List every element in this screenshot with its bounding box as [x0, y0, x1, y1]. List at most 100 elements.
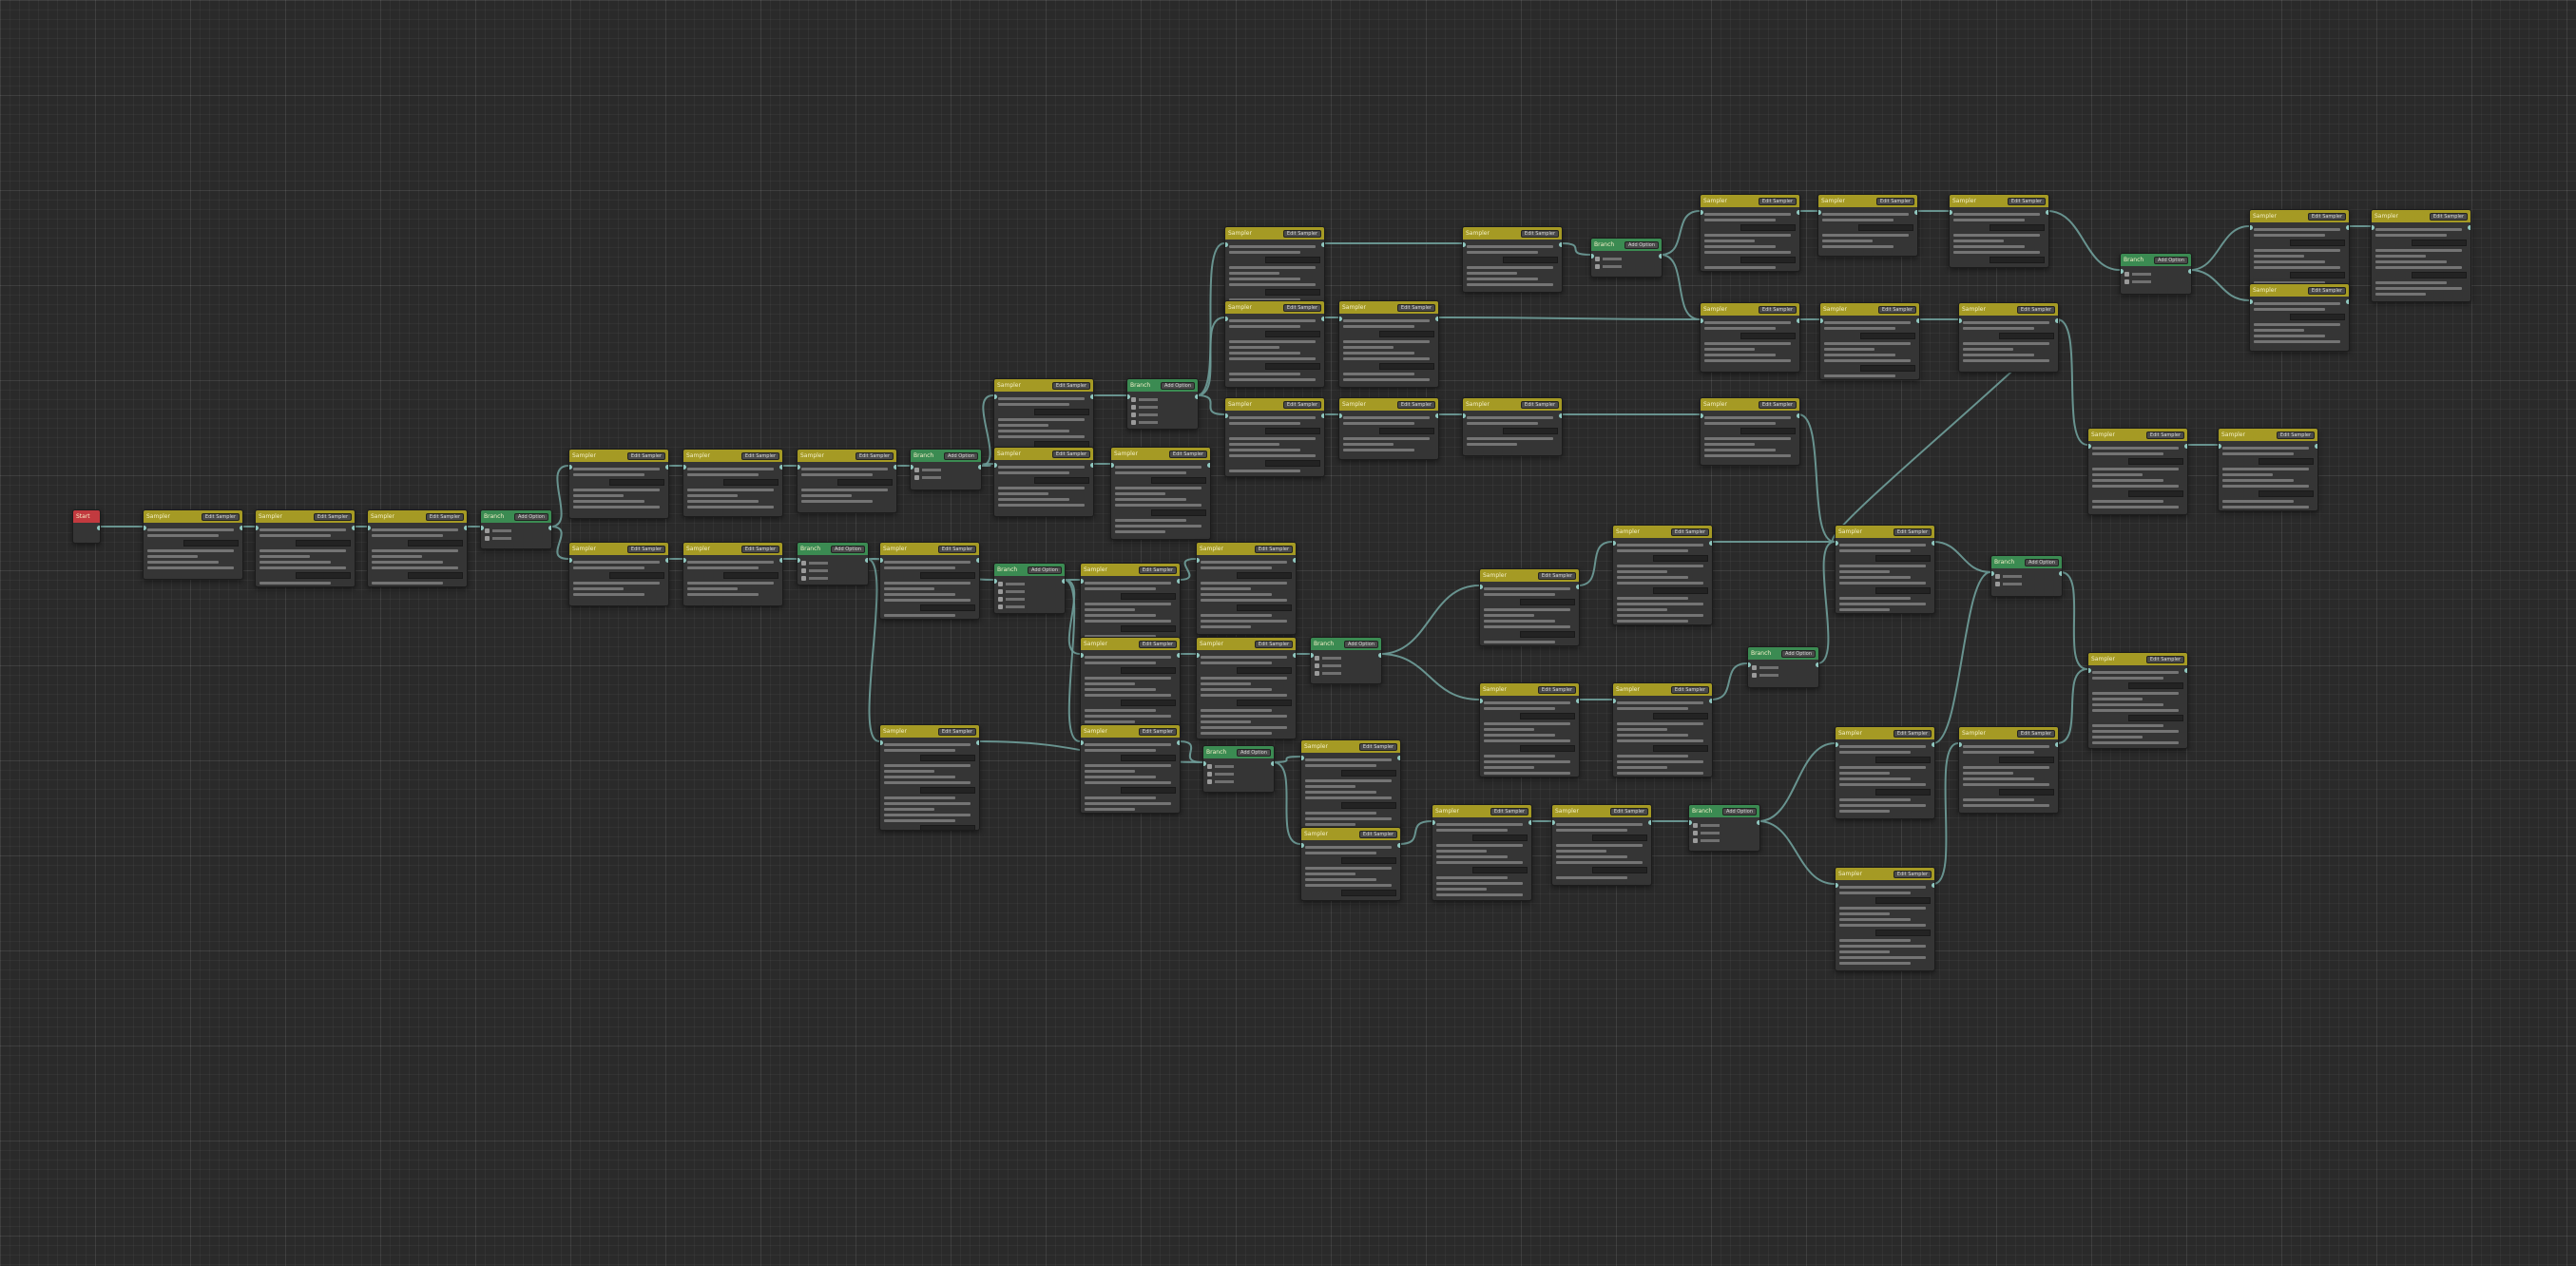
output-port[interactable] — [352, 526, 355, 530]
option-checkbox[interactable] — [1752, 665, 1757, 670]
param-field[interactable] — [1592, 834, 1647, 841]
param-field[interactable] — [1875, 897, 1931, 904]
connection-wire[interactable] — [1063, 579, 1081, 742]
edit-sampler-button[interactable]: Edit Sampler — [740, 451, 779, 460]
param-field[interactable] — [2259, 458, 2314, 465]
option-checkbox[interactable] — [801, 561, 806, 566]
edit-sampler-button[interactable]: Edit Sampler — [2007, 197, 2046, 205]
connection-wire[interactable] — [1758, 742, 1836, 822]
node-header[interactable]: Sampler Edit Sampler — [683, 450, 782, 462]
edit-sampler-button[interactable]: Edit Sampler — [1877, 305, 1916, 314]
node-header[interactable]: Sampler Edit Sampler — [1820, 303, 1919, 316]
output-port[interactable] — [464, 526, 467, 530]
output-port[interactable] — [1559, 413, 1562, 418]
sampler-node[interactable]: Sampler Edit Sampler — [1958, 726, 2059, 814]
output-port[interactable] — [665, 465, 668, 470]
connection-wire[interactable] — [1398, 820, 1432, 845]
sampler-node[interactable]: Sampler Edit Sampler — [1949, 194, 2049, 268]
output-port[interactable] — [1177, 653, 1180, 658]
node-header[interactable]: Sampler Edit Sampler — [1480, 569, 1579, 582]
start-node[interactable]: Start — [72, 509, 101, 544]
param-field[interactable] — [609, 572, 664, 579]
branch-option[interactable] — [914, 475, 977, 480]
output-port[interactable] — [1797, 318, 1799, 323]
node-header[interactable]: Sampler Edit Sampler — [1301, 740, 1400, 753]
param-field[interactable] — [183, 540, 239, 547]
node-header[interactable]: Sampler Edit Sampler — [1959, 303, 2058, 316]
node-header[interactable]: Sampler Edit Sampler — [1613, 683, 1712, 696]
connection-wire[interactable] — [2189, 269, 2250, 301]
param-field[interactable] — [1237, 700, 1292, 706]
node-header[interactable]: Branch Add Option — [1311, 638, 1381, 650]
edit-sampler-button[interactable]: Edit Sampler — [1758, 305, 1797, 314]
add-option-button[interactable]: Add Option — [1722, 807, 1757, 815]
connection-wire[interactable] — [1560, 242, 1591, 256]
option-checkbox[interactable] — [1752, 673, 1757, 678]
branch-option[interactable] — [1995, 574, 2058, 579]
edit-sampler-button[interactable]: Edit Sampler — [1282, 229, 1321, 238]
param-field[interactable] — [408, 540, 463, 547]
edit-sampler-button[interactable]: Edit Sampler — [740, 545, 779, 553]
param-field[interactable] — [1341, 890, 1396, 896]
option-checkbox[interactable] — [1315, 671, 1319, 676]
branch-node[interactable]: Branch Add Option — [910, 449, 982, 490]
option-checkbox[interactable] — [801, 576, 806, 581]
connection-wire[interactable] — [2060, 571, 2088, 670]
param-field[interactable] — [2290, 272, 2345, 278]
branch-option[interactable] — [998, 589, 1061, 594]
output-port[interactable] — [1797, 413, 1799, 418]
option-checkbox[interactable] — [1315, 663, 1319, 668]
sampler-node[interactable]: Sampler Edit Sampler — [1080, 563, 1181, 641]
node-header[interactable]: Sampler Edit Sampler — [1463, 398, 1562, 411]
edit-sampler-button[interactable]: Edit Sampler — [1490, 807, 1528, 815]
sampler-node[interactable]: Sampler Edit Sampler — [2087, 428, 2188, 515]
param-field[interactable] — [2128, 490, 2183, 497]
branch-node[interactable]: Branch Add Option — [993, 563, 1066, 614]
connection-wire[interactable] — [1817, 541, 1836, 664]
sampler-node[interactable]: Sampler Edit Sampler — [255, 509, 356, 587]
branch-option[interactable] — [1207, 779, 1270, 784]
node-header[interactable]: Sampler Edit Sampler — [1339, 398, 1438, 411]
edit-sampler-button[interactable]: Edit Sampler — [1138, 566, 1177, 574]
node-header[interactable]: Branch Add Option — [798, 543, 868, 555]
output-port[interactable] — [1435, 413, 1438, 418]
output-port[interactable] — [779, 465, 782, 470]
connection-wire[interactable] — [1660, 210, 1701, 256]
option-checkbox[interactable] — [801, 568, 806, 573]
connection-wire[interactable] — [979, 394, 994, 467]
edit-sampler-button[interactable]: Edit Sampler — [201, 512, 240, 521]
connection-wire[interactable] — [1932, 541, 1991, 573]
node-header[interactable]: Sampler Edit Sampler — [2250, 284, 2349, 297]
branch-option[interactable] — [998, 582, 1061, 586]
option-checkbox[interactable] — [1131, 412, 1136, 417]
sampler-node[interactable]: Sampler Edit Sampler — [1196, 637, 1297, 739]
node-header[interactable]: Sampler Edit Sampler — [1552, 805, 1651, 817]
add-option-button[interactable]: Add Option — [1781, 649, 1816, 658]
edit-sampler-button[interactable]: Edit Sampler — [1358, 830, 1397, 838]
node-header[interactable]: Sampler Edit Sampler — [144, 510, 242, 523]
node-header[interactable]: Sampler Edit Sampler — [1836, 526, 1934, 538]
output-port[interactable] — [976, 558, 979, 563]
branch-option[interactable] — [1752, 673, 1815, 678]
edit-sampler-button[interactable]: Edit Sampler — [1537, 571, 1576, 580]
branch-option[interactable] — [485, 528, 548, 533]
param-field[interactable] — [1999, 757, 2054, 763]
add-option-button[interactable]: Add Option — [1344, 640, 1378, 648]
node-header[interactable]: Sampler Edit Sampler — [1613, 526, 1712, 538]
edit-sampler-button[interactable]: Edit Sampler — [1520, 229, 1559, 238]
sampler-node[interactable]: Sampler Edit Sampler — [1700, 397, 1800, 466]
edit-sampler-button[interactable]: Edit Sampler — [1758, 197, 1797, 205]
branch-node[interactable]: Branch Add Option — [480, 509, 552, 549]
param-field[interactable] — [1121, 625, 1176, 632]
option-checkbox[interactable] — [1693, 831, 1698, 835]
node-header[interactable]: Sampler Edit Sampler — [1111, 448, 1210, 460]
node-header[interactable]: Sampler Edit Sampler — [1950, 195, 2048, 207]
edit-sampler-button[interactable]: Edit Sampler — [1537, 685, 1576, 694]
branch-option[interactable] — [801, 576, 864, 581]
output-port[interactable] — [1757, 820, 1759, 825]
connection-wire[interactable] — [979, 463, 994, 467]
output-port[interactable] — [1559, 242, 1562, 247]
branch-option[interactable] — [914, 468, 977, 472]
connection-wire[interactable] — [1379, 585, 1480, 655]
edit-sampler-button[interactable]: Edit Sampler — [2016, 729, 2055, 738]
